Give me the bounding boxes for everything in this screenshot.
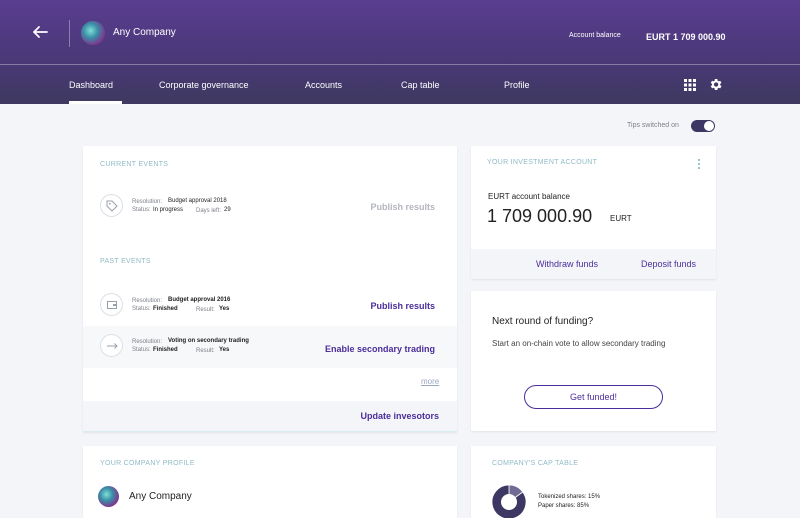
pie-hole [501, 494, 517, 510]
transfer-icon [100, 334, 123, 357]
enable-secondary-trading-button[interactable]: Enable secondary trading [325, 344, 435, 354]
tips-label: Tips switched on [627, 122, 679, 129]
publish-results-button-disabled[interactable]: Publish results [370, 202, 435, 212]
back-arrow-icon[interactable] [30, 22, 50, 42]
past-event-row: Resolution: Voting on secondary trading … [83, 326, 457, 368]
status-key: Status: [132, 207, 151, 213]
result-value: Yes [219, 306, 230, 312]
withdraw-funds-button[interactable]: Withdraw funds [536, 259, 598, 269]
account-balance-value: EURT 1 709 000.90 [646, 32, 726, 42]
status-value: Finished [153, 306, 178, 312]
result-key: Result: [196, 348, 215, 354]
resolution-value: Voting on secondary trading [168, 338, 249, 344]
status-key: Status: [132, 347, 151, 353]
eurt-currency: EURT [610, 214, 632, 223]
active-tab-indicator [69, 101, 122, 104]
deposit-funds-button[interactable]: Deposit funds [641, 259, 696, 269]
current-event-row: Resolution: Budget approval 2018 Status:… [83, 191, 457, 233]
company-logo [98, 486, 119, 507]
days-left-value: 29 [224, 207, 231, 213]
status-key: Status: [132, 306, 151, 312]
company-profile-card: YOUR COMPANY PROFILE Any Company [83, 446, 457, 518]
cap-row-paper: Paper shares: 85% [538, 503, 589, 509]
events-footer: Update invesotors [83, 401, 457, 432]
app-header: Any Company Account balance EURT 1 709 0… [0, 0, 800, 104]
events-card: CURRENT EVENTS Resolution: Budget approv… [83, 146, 457, 432]
resolution-key: Resolution: [132, 339, 163, 345]
top-bar: Any Company Account balance EURT 1 709 0… [0, 0, 800, 64]
main-nav: Dashboard Corporate governance Accounts … [0, 65, 800, 104]
gear-icon[interactable] [708, 77, 723, 92]
result-value: Yes [219, 347, 230, 353]
status-value: Finished [153, 347, 178, 353]
status-value: In progress [153, 207, 184, 213]
resolution-key: Resolution: [132, 298, 163, 304]
eurt-balance-label: EURT account balance [488, 192, 570, 201]
more-options-icon[interactable] [696, 158, 702, 170]
profile-company-name: Any Company [129, 491, 192, 502]
tips-toggle[interactable] [691, 120, 715, 132]
resolution-key: Resolution: [132, 199, 163, 205]
result-key: Result: [196, 307, 215, 313]
publish-results-button[interactable]: Publish results [370, 301, 435, 311]
header-divider [69, 20, 70, 47]
investment-account-title: YOUR INVESTMENT ACCOUNT [487, 159, 598, 166]
company-logo [81, 21, 105, 45]
company-name[interactable]: Any Company [113, 27, 176, 38]
apps-grid-icon[interactable] [684, 79, 696, 91]
current-events-title: CURRENT EVENTS [100, 161, 169, 168]
cap-table-title: COMPANY'S CAP TABLE [492, 460, 579, 467]
resolution-value: Budget approval 2016 [168, 297, 231, 303]
investment-actions: Withdraw funds Deposit funds [471, 249, 716, 279]
funding-card: Next round of funding? Start an on-chain… [471, 291, 716, 431]
resolution-value: Budget approval 2018 [168, 198, 227, 204]
wallet-icon [100, 293, 123, 316]
past-events-title: PAST EVENTS [100, 258, 151, 265]
more-link[interactable]: more [421, 377, 439, 386]
eurt-balance-amount: 1 709 000.90 [487, 206, 593, 226]
tab-corporate-governance[interactable]: Corporate governance [159, 80, 249, 90]
cap-table-card: COMPANY'S CAP TABLE Tokenized shares: 15… [471, 446, 716, 518]
tab-profile[interactable]: Profile [504, 80, 530, 90]
get-funded-button[interactable]: Get funded! [524, 385, 663, 409]
paper-value: 85% [577, 503, 590, 509]
update-investors-button[interactable]: Update invesotors [360, 411, 439, 421]
funding-title: Next round of funding? [492, 316, 594, 327]
cap-row-tokenized: Tokenized shares: 15% [538, 494, 600, 500]
account-balance-label: Account balance [569, 32, 621, 39]
cap-table-pie-chart [491, 484, 527, 518]
tab-accounts[interactable]: Accounts [305, 80, 342, 90]
tab-cap-table[interactable]: Cap table [401, 80, 440, 90]
funding-description: Start an on-chain vote to allow secondar… [492, 339, 666, 348]
tokenized-value: 15% [588, 494, 601, 500]
tag-icon [100, 194, 123, 217]
days-left-key: Days left: [196, 208, 222, 214]
investment-account-card: YOUR INVESTMENT ACCOUNT EURT account bal… [471, 146, 716, 279]
paper-label: Paper shares: [538, 503, 576, 509]
tokenized-label: Tokenized shares: [538, 494, 587, 500]
company-profile-title: YOUR COMPANY PROFILE [100, 460, 195, 467]
past-event-row: Resolution: Budget approval 2016 Status:… [83, 288, 457, 330]
tab-dashboard[interactable]: Dashboard [69, 80, 113, 90]
tips-toggle-knob [704, 121, 714, 131]
